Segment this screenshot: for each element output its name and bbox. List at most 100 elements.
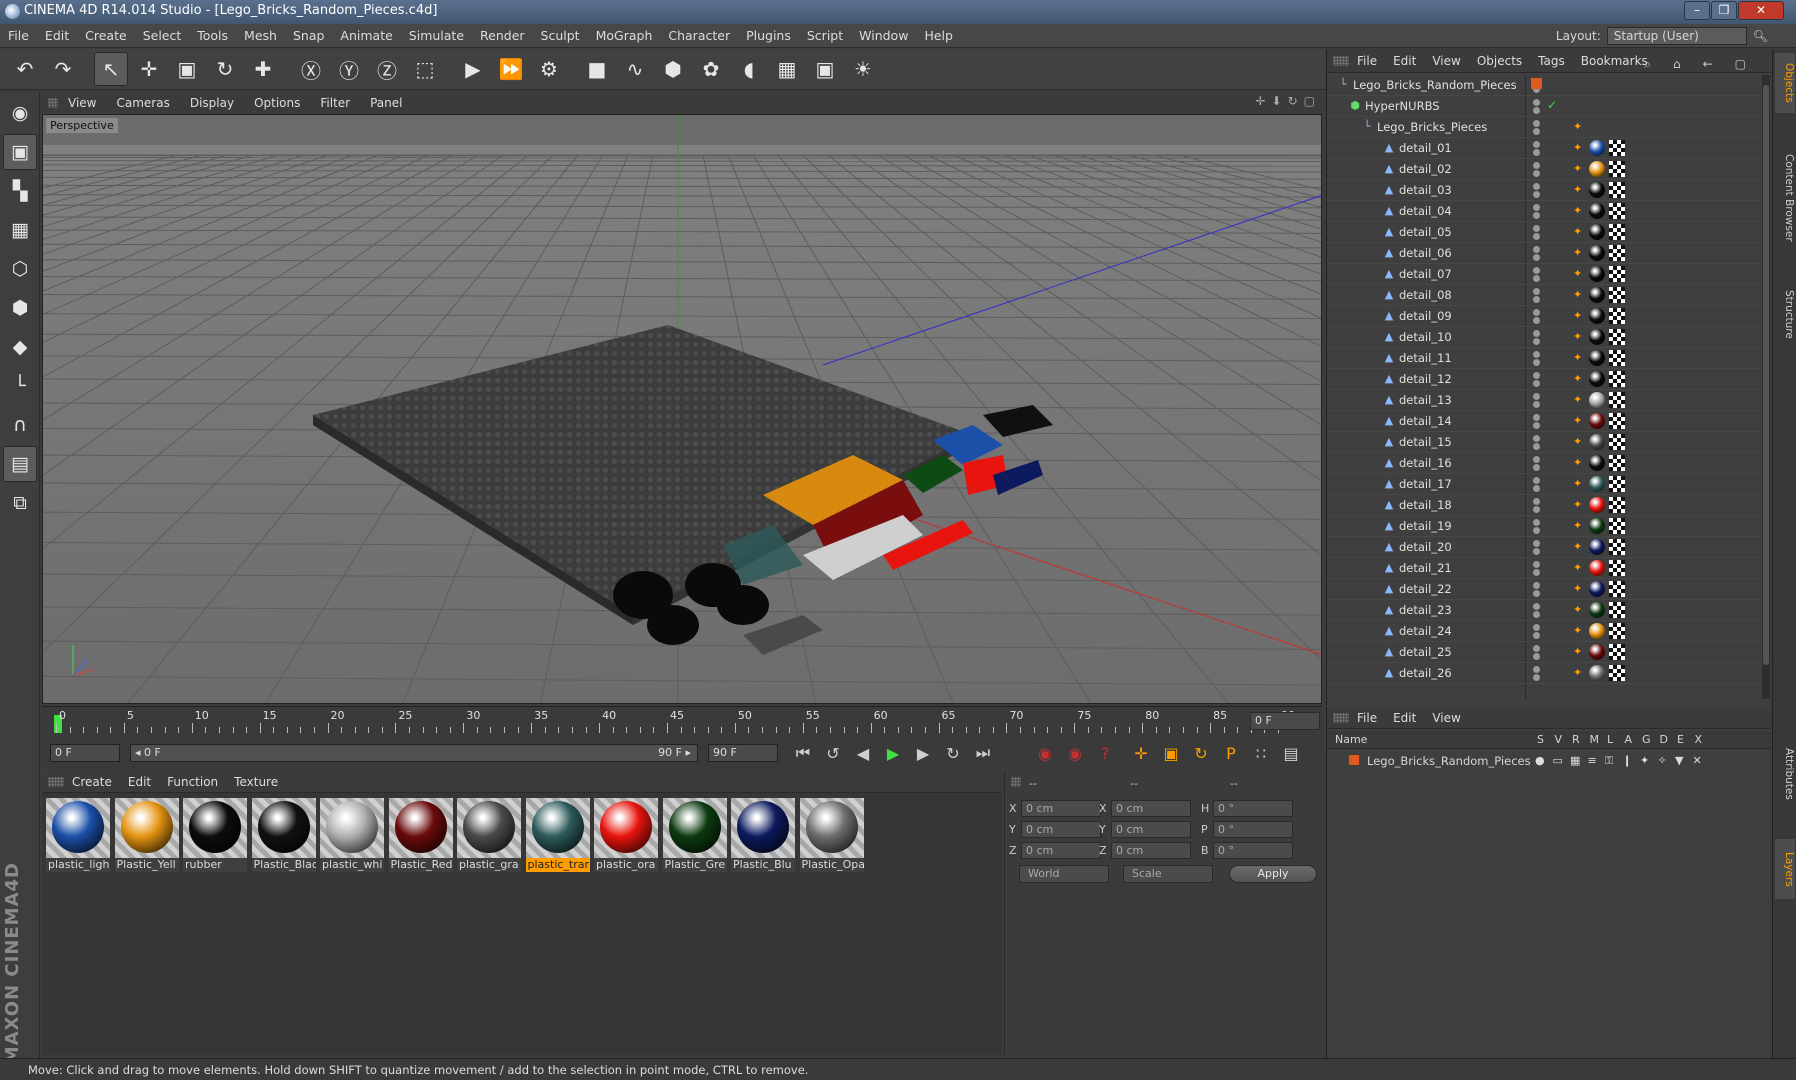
minimize-button[interactable]: – xyxy=(1684,1,1710,20)
autokeying-button[interactable]: ◉ xyxy=(1062,740,1088,766)
editor-visibility-dot[interactable] xyxy=(1533,330,1540,337)
key-pla-button[interactable]: ∷ xyxy=(1248,740,1274,766)
editor-visibility-dot[interactable] xyxy=(1533,351,1540,358)
y-axis-button[interactable]: Ⓨ xyxy=(332,52,366,86)
phong-tag-icon[interactable]: ✦ xyxy=(1573,393,1587,407)
render-visibility-dot[interactable] xyxy=(1533,128,1540,135)
viewport-zoom-icon[interactable]: ⬇ xyxy=(1272,94,1282,108)
phong-tag-icon[interactable]: ✦ xyxy=(1573,519,1587,533)
material-swatch[interactable]: plastic_gra xyxy=(457,798,521,872)
z-axis-button[interactable]: Ⓩ xyxy=(370,52,404,86)
coords-value-field[interactable]: 0 cm xyxy=(1111,842,1191,859)
layer-column-r[interactable]: R xyxy=(1572,733,1580,746)
render-visibility-dot[interactable] xyxy=(1533,674,1540,681)
object-row[interactable]: ▲ detail_22 ✦ xyxy=(1327,579,1763,600)
material-swatch[interactable]: rubber xyxy=(183,798,247,872)
editor-visibility-dot[interactable] xyxy=(1533,162,1540,169)
viewport-menu-cameras[interactable]: Cameras xyxy=(106,92,179,114)
new-window-icon[interactable]: ▢ xyxy=(1727,52,1754,76)
texture-tag-icon[interactable] xyxy=(1609,224,1625,240)
render-visibility-dot[interactable] xyxy=(1533,422,1540,429)
object-row[interactable]: ▲ detail_20 ✦ xyxy=(1327,537,1763,558)
render-visibility-dot[interactable] xyxy=(1533,569,1540,576)
texture-tag-icon[interactable] xyxy=(1609,413,1625,429)
material-tag-icon[interactable] xyxy=(1589,266,1605,282)
texture-tag-icon[interactable] xyxy=(1609,392,1625,408)
workplane-mode-button[interactable]: ▦ xyxy=(3,212,37,248)
phong-tag-icon[interactable]: ✦ xyxy=(1573,309,1587,323)
phong-tag-icon[interactable]: ✦ xyxy=(1573,162,1587,176)
layer-row[interactable]: Lego_Bricks_Random_Pieces ● ▭ ▦ ≡ ⚿ ❙ ✦ ✧ ▼ ✕ xyxy=(1327,751,1771,771)
coords-value-field[interactable]: 0 cm xyxy=(1021,821,1101,838)
texture-tag-icon[interactable] xyxy=(1609,308,1625,324)
texture-tag-icon[interactable] xyxy=(1609,539,1625,555)
material-swatch[interactable]: Plastic_Yell xyxy=(114,798,179,872)
object-row[interactable]: ▲ detail_02 ✦ xyxy=(1327,159,1763,180)
add-object-button[interactable]: ✚ xyxy=(246,52,280,86)
editor-visibility-dot[interactable] xyxy=(1533,666,1540,673)
object-row[interactable]: ▲ detail_26 ✦ xyxy=(1327,663,1763,684)
object-row[interactable]: ▲ detail_21 ✦ xyxy=(1327,558,1763,579)
layer-column-e[interactable]: E xyxy=(1677,733,1684,746)
cube-button[interactable]: ■ xyxy=(580,52,614,86)
render-visibility-dot[interactable] xyxy=(1533,212,1540,219)
texture-tag-icon[interactable] xyxy=(1609,161,1625,177)
menu-edit[interactable]: Edit xyxy=(37,24,77,48)
editor-visibility-dot[interactable] xyxy=(1533,477,1540,484)
phong-tag-icon[interactable]: ✦ xyxy=(1573,456,1587,470)
texture-tag-icon[interactable] xyxy=(1609,497,1625,513)
editor-visibility-dot[interactable] xyxy=(1533,456,1540,463)
layer-column-v[interactable]: V xyxy=(1555,733,1563,746)
object-row[interactable]: ▲ detail_09 ✦ xyxy=(1327,306,1763,327)
material-tag-icon[interactable] xyxy=(1589,560,1605,576)
phong-tag-icon[interactable]: ✦ xyxy=(1573,624,1587,638)
layer-toggle-icon[interactable]: ✕ xyxy=(1693,754,1702,767)
coords-value-field[interactable]: 0 cm xyxy=(1111,800,1191,817)
editor-visibility-dot[interactable] xyxy=(1533,519,1540,526)
rotate-button[interactable]: ↻ xyxy=(208,52,242,86)
render-visibility-dot[interactable] xyxy=(1533,590,1540,597)
render-visibility-dot[interactable] xyxy=(1533,506,1540,513)
texture-tag-icon[interactable] xyxy=(1609,371,1625,387)
texture-tag-icon[interactable] xyxy=(1609,560,1625,576)
coordinate-system-button[interactable]: ⬚ xyxy=(408,52,442,86)
layer-color-swatch[interactable] xyxy=(1531,78,1542,89)
deformer-button[interactable]: ◖ xyxy=(732,52,766,86)
layer-toggle-icon[interactable]: ▼ xyxy=(1675,754,1683,767)
texture-tag-icon[interactable] xyxy=(1609,434,1625,450)
phong-tag-icon[interactable]: ✦ xyxy=(1573,477,1587,491)
search-icon[interactable]: ⌕ xyxy=(1636,52,1659,76)
viewport-move-icon[interactable]: ✛ xyxy=(1255,94,1265,108)
live-selection-button[interactable]: ↖ xyxy=(94,52,128,86)
menu-render[interactable]: Render xyxy=(472,24,533,48)
material-tag-icon[interactable] xyxy=(1589,371,1605,387)
light-button[interactable]: ☀ xyxy=(846,52,880,86)
material-swatch[interactable]: Plastic_Red xyxy=(388,798,453,872)
key-rotation-button[interactable]: ↻ xyxy=(1188,740,1214,766)
object-row[interactable]: ▲ detail_01 ✦ xyxy=(1327,138,1763,159)
record-active-objects-button[interactable]: ◉ xyxy=(1032,740,1058,766)
menu-create[interactable]: Create xyxy=(77,24,135,48)
material-tag-icon[interactable] xyxy=(1589,140,1605,156)
go-to-end-button[interactable]: ⏭ xyxy=(970,740,996,766)
material-tag-icon[interactable] xyxy=(1589,392,1605,408)
material-tag-icon[interactable] xyxy=(1589,539,1605,555)
material-tag-icon[interactable] xyxy=(1589,413,1605,429)
texture-tag-icon[interactable] xyxy=(1609,182,1625,198)
phong-tag-icon[interactable]: ✦ xyxy=(1573,414,1587,428)
texture-tag-icon[interactable] xyxy=(1609,350,1625,366)
material-tag-icon[interactable] xyxy=(1589,350,1605,366)
points-mode-button[interactable]: ⬡ xyxy=(3,251,37,287)
texture-tag-icon[interactable] xyxy=(1609,644,1625,660)
render-visibility-dot[interactable] xyxy=(1533,527,1540,534)
material-tag-icon[interactable] xyxy=(1589,644,1605,660)
timeline-ruler[interactable]: 051015202530354045505560657075808590 xyxy=(42,706,1322,736)
object-row[interactable]: └ Lego_Bricks_Random_Pieces xyxy=(1327,75,1763,96)
texture-tag-icon[interactable] xyxy=(1609,140,1625,156)
polygons-mode-button[interactable]: ◆ xyxy=(3,329,37,365)
close-button[interactable]: ✕ xyxy=(1738,1,1784,20)
phong-tag-icon[interactable]: ✦ xyxy=(1573,435,1587,449)
object-row[interactable]: ▲ detail_08 ✦ xyxy=(1327,285,1763,306)
render-visibility-dot[interactable] xyxy=(1533,611,1540,618)
editor-visibility-dot[interactable] xyxy=(1533,540,1540,547)
